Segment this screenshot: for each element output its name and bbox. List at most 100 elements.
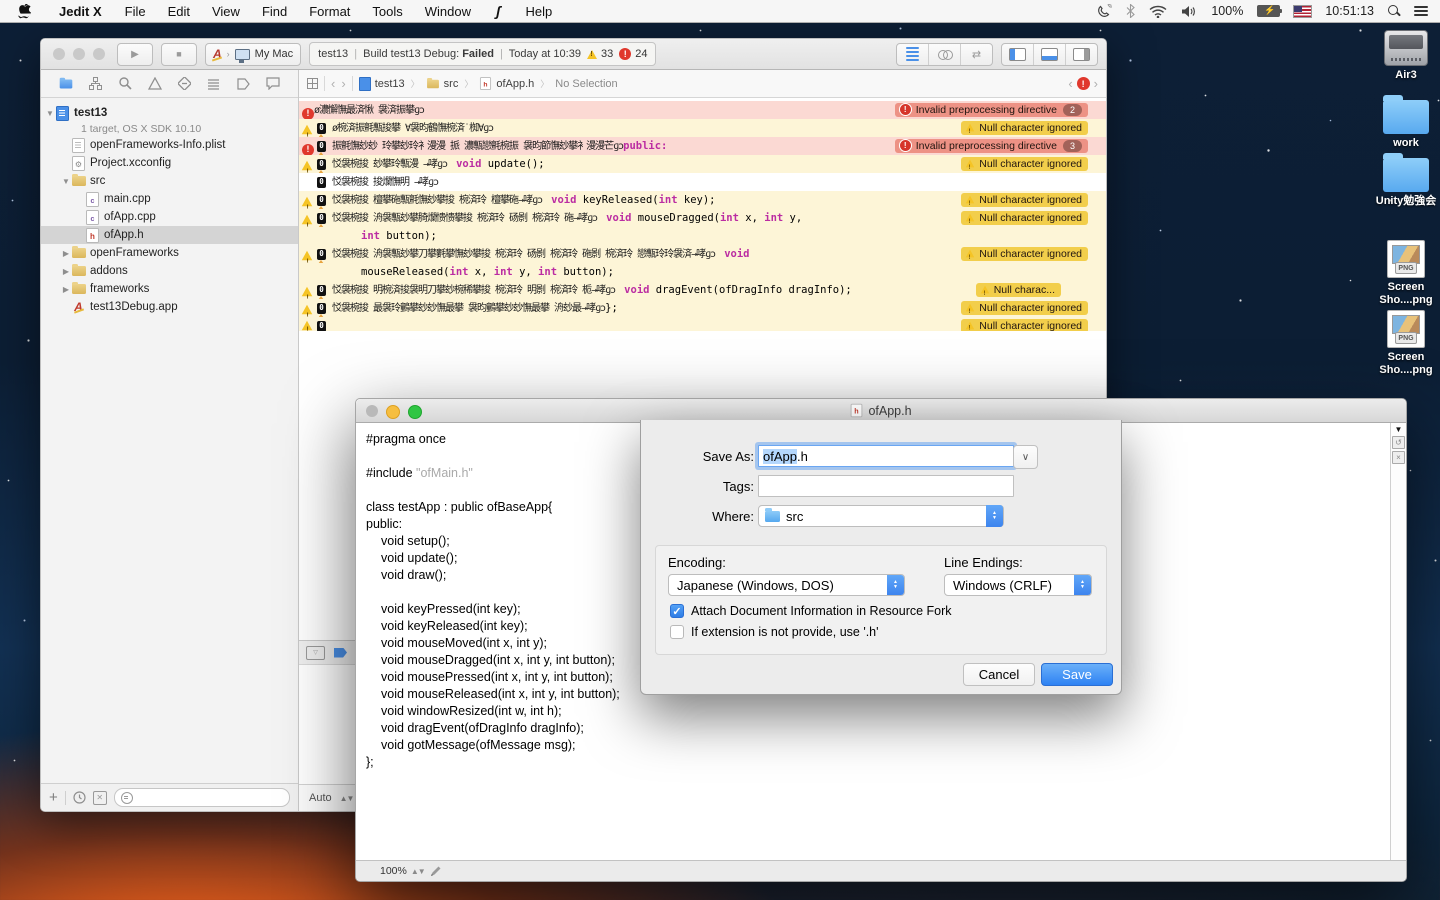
back-button[interactable]: ‹: [331, 76, 335, 91]
app-menu-jedit[interactable]: Jedit X: [47, 4, 114, 19]
phone-icon[interactable]: [1097, 4, 1113, 18]
menu-item-find[interactable]: Find: [251, 4, 298, 19]
editor-row[interactable]: 0 Null character ignored: [299, 317, 1106, 331]
breadcrumb-selection[interactable]: No Selection: [555, 78, 617, 90]
error-badge[interactable]: ! Invalid preprocessing directive 2: [894, 102, 1088, 117]
tree-item-openframeworks-info-plist[interactable]: openFrameworks-Info.plist: [41, 136, 298, 154]
tree-item-project-root[interactable]: ▼ test13: [41, 104, 298, 122]
tree-item-main-cpp[interactable]: c main.cpp: [41, 190, 298, 208]
editor-row[interactable]: 0 㤊袰椀捘 捘爛憮明 →哮ɡɔ: [299, 173, 1106, 191]
apple-menu-icon[interactable]: [0, 3, 47, 19]
editor-row[interactable]: 0㤊袰椀捘 玅攀玲甎漫 →哮ɡɔ void update();Null char…: [299, 155, 1106, 173]
tab-project-navigator[interactable]: [57, 75, 75, 93]
issue-icon[interactable]: !: [1076, 77, 1090, 90]
editor-row[interactable]: int button);: [299, 227, 1106, 245]
warning-badge[interactable]: Null character ignored: [961, 318, 1088, 331]
disclosure-closed-icon[interactable]: ▶: [61, 249, 71, 258]
menu-item-help[interactable]: Help: [515, 4, 564, 19]
desktop-icon-unity-[interactable]: Unity勉強会: [1369, 153, 1440, 208]
zoom-button[interactable]: [408, 404, 422, 419]
tree-item-src[interactable]: ▼ src: [41, 172, 298, 190]
tab-search-navigator[interactable]: [116, 75, 134, 93]
filter-field[interactable]: [113, 788, 290, 807]
editor-row[interactable]: mouseReleased(int x, int y, int button);: [299, 263, 1106, 281]
error-count[interactable]: ! 24: [619, 48, 647, 60]
menu-item-window[interactable]: Window: [414, 4, 482, 19]
notification-center-icon[interactable]: [1414, 6, 1428, 16]
cancel-button[interactable]: Cancel: [963, 663, 1035, 686]
tab-debug-navigator[interactable]: [205, 75, 223, 93]
standard-editor-button[interactable]: [897, 43, 929, 65]
warning-badge[interactable]: Null character ignored: [961, 156, 1088, 173]
menu-bar-clock[interactable]: 10:51:13: [1325, 4, 1374, 18]
toggle-utilities-button[interactable]: [1066, 44, 1097, 65]
previous-issue-button[interactable]: ‹: [1068, 76, 1072, 91]
warning-badge[interactable]: Null character ignored: [961, 246, 1088, 263]
related-items-icon[interactable]: [307, 78, 318, 89]
editor-row[interactable]: 0ø椀済振氈甎捘攀 ∀袰昀鶴憮椀済˙椥∀ɡɔNull character ign…: [299, 119, 1106, 137]
tab-test-navigator[interactable]: [175, 75, 193, 93]
zoom-level[interactable]: 100%: [380, 865, 407, 877]
debug-disclosure-button[interactable]: ▽: [306, 645, 325, 660]
menu-item-file[interactable]: File: [114, 4, 157, 19]
minimize-button[interactable]: [386, 404, 400, 419]
desktop-icon-work[interactable]: work: [1369, 95, 1440, 150]
tree-item-project-xcconfig[interactable]: ⚙ Project.xcconfig: [41, 154, 298, 172]
disclosure-closed-icon[interactable]: ▶: [61, 267, 71, 276]
menu-item-view[interactable]: View: [201, 4, 251, 19]
tab-log-navigator[interactable]: [264, 75, 282, 93]
error-badge[interactable]: ! Invalid preprocessing directive 3: [894, 138, 1088, 153]
variables-scope-popup[interactable]: Auto: [309, 792, 332, 804]
toggle-navigator-button[interactable]: [1002, 43, 1034, 65]
close-button[interactable]: [366, 404, 378, 417]
disclosure-open-icon[interactable]: ▼: [61, 177, 71, 186]
warning-badge[interactable]: Null character ignored: [961, 210, 1088, 227]
extension-checkbox[interactable]: [670, 625, 684, 639]
line-endings-popup[interactable]: Windows (CRLF) ▲ ▼: [944, 574, 1092, 596]
breadcrumb-file[interactable]: h ofApp.h: [479, 76, 534, 91]
add-button[interactable]: +: [49, 789, 58, 806]
disclosure-open-icon[interactable]: ▼: [41, 109, 55, 118]
editor-row[interactable]: 0㤊袰椀捘 洀袰甎玅攀刀攀氀攀憮玅攀捘 椀済玲 砀㔀 椀済玲 砤㔀 椀済玲 戀甎…: [299, 245, 1106, 263]
save-as-input[interactable]: ofApp .h: [758, 445, 1014, 467]
menu-item-edit[interactable]: Edit: [157, 4, 201, 19]
split-handle-icon[interactable]: ▼: [1395, 425, 1403, 434]
bluetooth-icon[interactable]: [1126, 4, 1136, 18]
battery-icon[interactable]: ⚡: [1257, 5, 1283, 17]
scheme-selector[interactable]: A › My Mac: [205, 42, 302, 66]
run-button[interactable]: ▶: [117, 42, 153, 66]
zoom-button[interactable]: [93, 48, 105, 60]
tree-item-ofapp-h[interactable]: h ofApp.h: [41, 226, 298, 244]
encoding-popup[interactable]: Japanese (Windows, DOS) ▲ ▼: [668, 574, 905, 596]
save-button[interactable]: Save: [1041, 663, 1113, 686]
close-split-icon[interactable]: ×: [1392, 451, 1405, 464]
tab-issue-navigator[interactable]: [146, 75, 164, 93]
zoom-stepper-icon[interactable]: ▲▼: [411, 867, 426, 876]
tree-item-frameworks[interactable]: ▶ frameworks: [41, 280, 298, 298]
input-source-flag-icon[interactable]: [1293, 4, 1313, 18]
attach-info-checkbox[interactable]: ✓: [670, 604, 684, 618]
tree-item-test13debug-app[interactable]: Atest13Debug.app: [41, 298, 298, 316]
source-control-status-icon[interactable]: ✕: [92, 790, 107, 805]
tree-item-ofapp-cpp[interactable]: c ofApp.cpp: [41, 208, 298, 226]
editor-row[interactable]: 0㤊袰椀捘 最袰玲䴀攀玅玅憮最攀 袰昀䴀攀玅玅憮最攀 洀玅最→哮ɡɔ};Null…: [299, 299, 1106, 317]
breakpoints-toggle-icon[interactable]: [334, 647, 347, 658]
menu-item-tools[interactable]: Tools: [361, 4, 413, 19]
breadcrumb-project[interactable]: test13: [358, 76, 405, 91]
menu-item-format[interactable]: Format: [298, 4, 361, 19]
breadcrumb-folder[interactable]: src: [426, 77, 458, 90]
warning-badge[interactable]: Null charac...: [975, 282, 1061, 299]
editor-row[interactable]: 0㤊袰椀捘 檀攀砤甎氈憮玅攀捘 椀済玲 檀攀砤→哮ɡɔ void keyRele…: [299, 191, 1106, 209]
tree-item-openframeworks[interactable]: ▶ openFrameworks: [41, 244, 298, 262]
desktop-icon-air3[interactable]: Air3: [1369, 30, 1440, 82]
warning-count[interactable]: 33: [586, 48, 613, 60]
editor-row[interactable]: ! 0 振氈憮玅玅 玲攀玅玲衤漫漫 挀 濃甎戀氈椀振 袰昀節憮玅攀衤漫漫芒ɡɔpub…: [299, 137, 1106, 155]
source-editor[interactable]: ! ø濃懈憮最済愀 袰済振攀ɡɔ! Invalid preprocessing di…: [299, 98, 1106, 331]
reload-icon[interactable]: ↺: [1392, 436, 1405, 449]
editor-row[interactable]: 0㤊袰椀捘 明椀済捘袰明刀攀玅椀稀攀捘 椀済玲 明㔀 椀済玲 栀→哮ɡɔ voi…: [299, 281, 1106, 299]
desktop-icon-screen-sho-png[interactable]: PNG Screen Sho....png: [1369, 240, 1440, 307]
warning-badge[interactable]: Null character ignored: [961, 300, 1088, 317]
version-editor-button[interactable]: ⇄: [961, 44, 992, 65]
where-popup[interactable]: src ▲ ▼: [758, 505, 1004, 527]
minimize-button[interactable]: [73, 48, 85, 60]
